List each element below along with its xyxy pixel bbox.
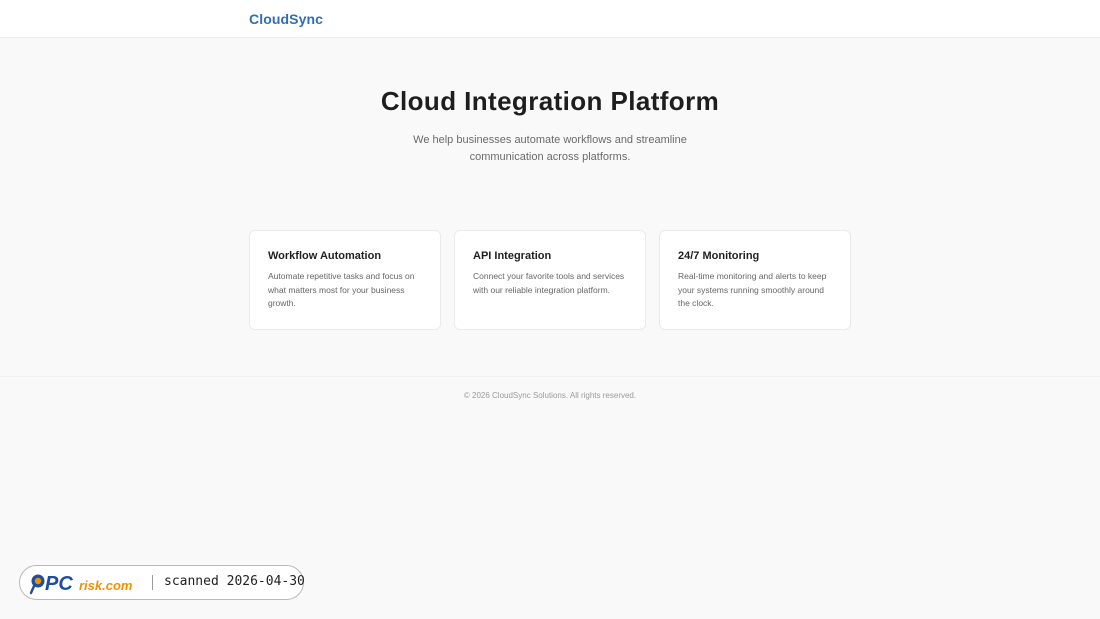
feature-card-title: 24/7 Monitoring bbox=[678, 250, 760, 262]
scan-date-label: scanned 2026-04-30 bbox=[164, 574, 305, 589]
hero-title: Cloud Integration Platform bbox=[380, 86, 720, 116]
badge-divider bbox=[152, 575, 153, 590]
feature-card-workflow-automation: Workflow Automation Automate repetitive … bbox=[249, 230, 441, 330]
top-navbar: CloudSync bbox=[0, 0, 1100, 38]
feature-card-title: API Integration bbox=[473, 250, 552, 262]
svg-text:risk.com: risk.com bbox=[79, 578, 133, 593]
feature-card-description: Real-time monitoring and alerts to keep … bbox=[678, 271, 827, 309]
pcrisk-logo: PC risk.com bbox=[29, 573, 133, 595]
feature-card-title: Workflow Automation bbox=[268, 250, 382, 262]
feature-card-description: Connect your favorite tools and services… bbox=[473, 271, 625, 295]
svg-text:PC: PC bbox=[45, 573, 73, 595]
scan-watermark-badge: PC risk.com scanned 2026-04-30 bbox=[19, 565, 305, 600]
hero-subtitle: We help businesses automate workflows an… bbox=[413, 134, 687, 163]
footer-divider bbox=[0, 376, 1100, 377]
feature-card-description: Automate repetitive tasks and focus on w… bbox=[268, 271, 415, 309]
feature-card-monitoring: 24/7 Monitoring Real-time monitoring and… bbox=[659, 230, 851, 330]
footer-copyright: © 2026 CloudSync Solutions. All rights r… bbox=[463, 391, 637, 400]
feature-card-api-integration: API Integration Connect your favorite to… bbox=[454, 230, 646, 330]
brand-logo-link[interactable]: CloudSync bbox=[249, 11, 323, 27]
